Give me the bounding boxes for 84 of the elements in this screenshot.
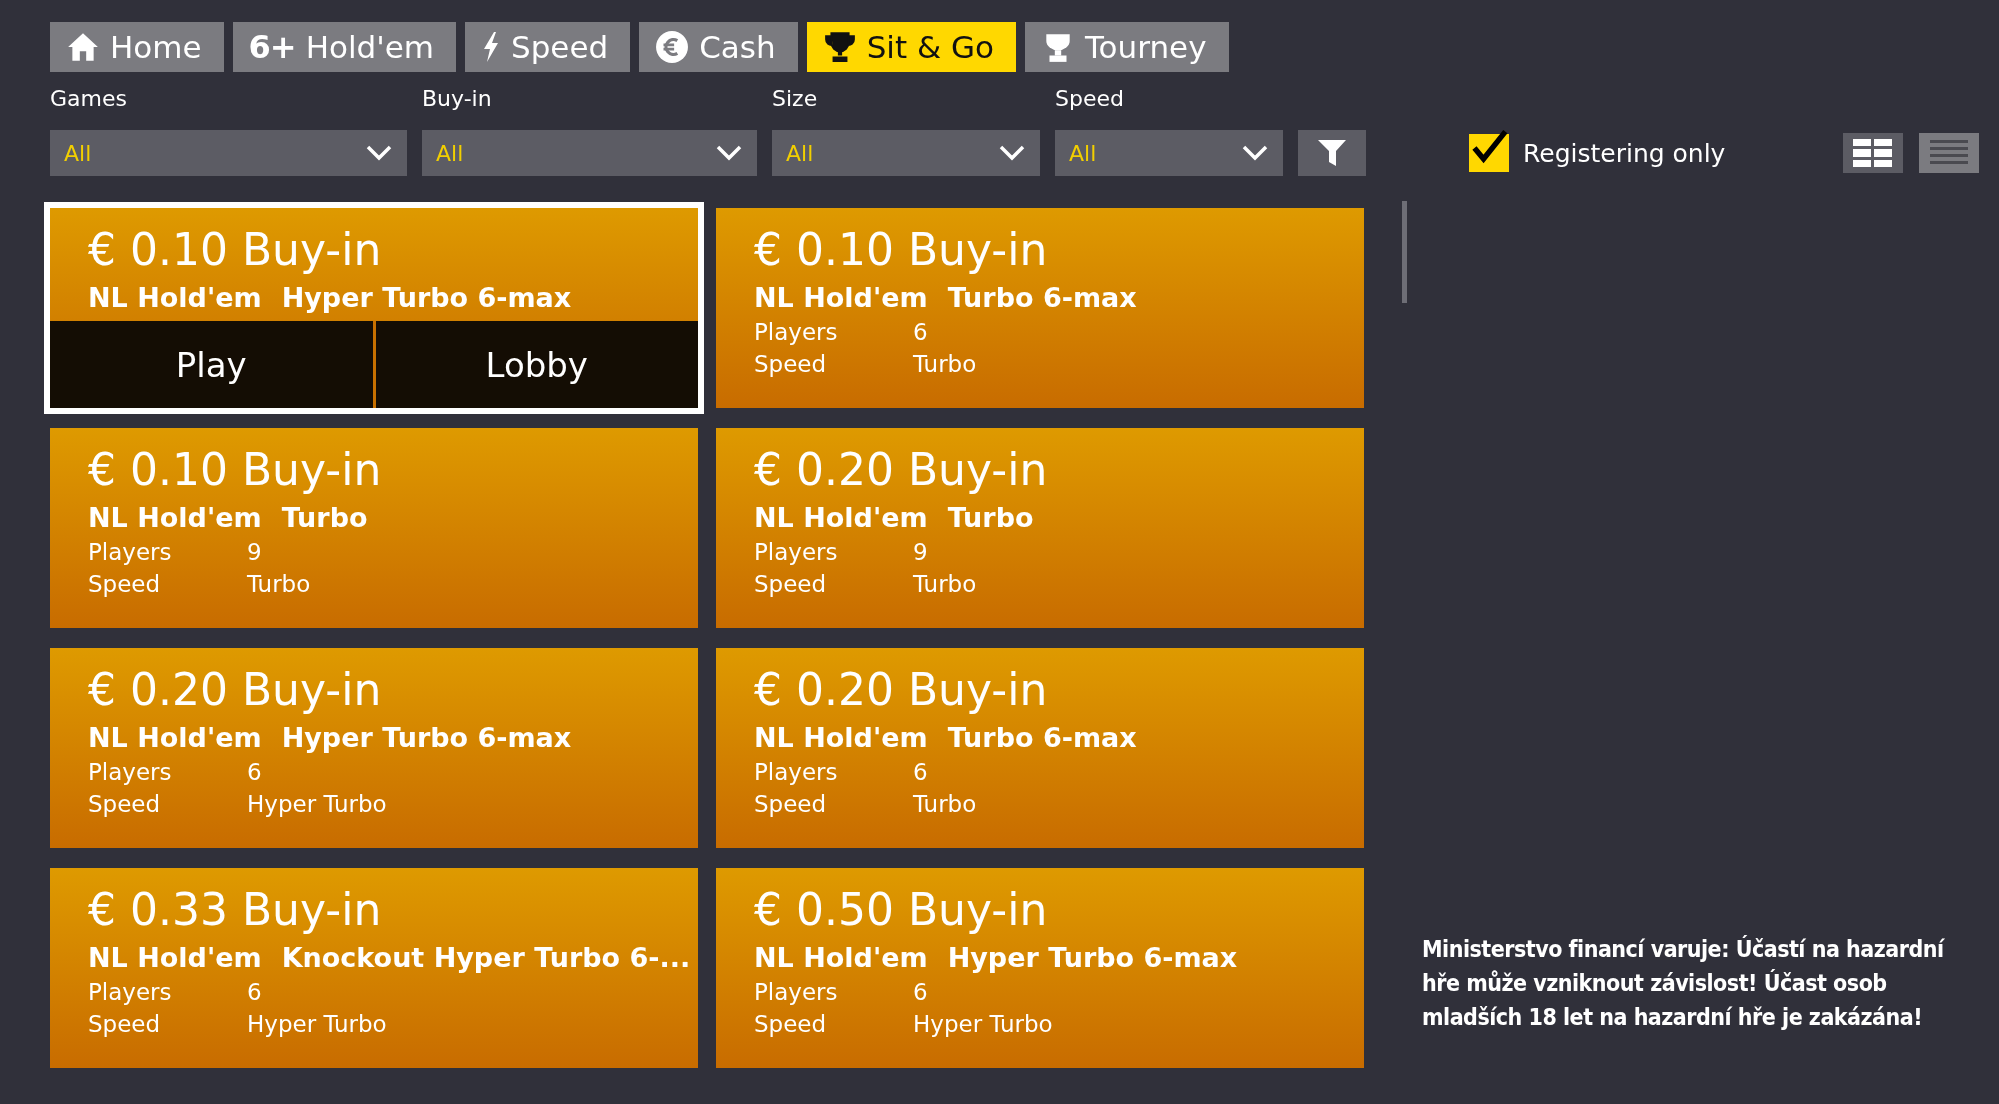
grid-icon (1853, 138, 1894, 168)
filter-label: Buy-in (422, 86, 493, 113)
players-label: Players (88, 759, 173, 785)
tab[interactable]: Tourney (1024, 22, 1229, 72)
speed-value: Hyper Turbo (247, 791, 387, 817)
game-type: Turbo (281, 502, 368, 533)
speed-value: Turbo (913, 791, 977, 817)
dropdown[interactable]: All (422, 130, 757, 176)
game-name: NL Hold'em (754, 502, 928, 533)
play-button[interactable]: Play (50, 321, 373, 408)
dropdown[interactable]: All (50, 130, 407, 176)
players-value: 6 (247, 979, 262, 1005)
buy-in-title: € 0.20 Buy-in (754, 443, 1049, 497)
filter-label: Speed (1055, 86, 1125, 113)
speed-label: Speed (754, 351, 828, 377)
speed-value: Turbo (913, 571, 977, 597)
buy-in-title: € 0.33 Buy-in (88, 883, 383, 937)
game-type: Hyper Turbo 6-max (947, 942, 1238, 973)
filter-label: Games (50, 86, 128, 113)
buy-in-title: € 0.10 Buy-in (88, 443, 383, 497)
game-type: Hyper Turbo 6-max (281, 282, 572, 313)
lightning-icon (481, 31, 501, 63)
speed-label: Speed (754, 1011, 828, 1037)
players-value: 6 (247, 759, 262, 785)
game-name: NL Hold'em (88, 722, 262, 753)
filter-icon (1317, 138, 1347, 168)
players-value: 9 (247, 539, 262, 565)
game-type: Knockout Hyper Turbo 6-... (281, 942, 691, 973)
tab[interactable]: Speed (465, 22, 631, 72)
checkbox-label: Registering only (1523, 138, 1726, 168)
players-value: 9 (913, 539, 928, 565)
speed-label: Speed (754, 571, 828, 597)
grid-view-button[interactable] (1843, 133, 1904, 173)
chevron-down-icon (1241, 144, 1269, 162)
speed-label: Speed (88, 1011, 162, 1037)
tab[interactable]: Sit & Go (806, 22, 1016, 72)
game-name: NL Hold'em (88, 502, 262, 533)
tab[interactable]: Cash (639, 22, 798, 72)
game-name: NL Hold'em (754, 722, 928, 753)
game-name: NL Hold'em (754, 942, 928, 973)
buy-in-title: € 0.20 Buy-in (88, 663, 383, 717)
speed-label: Speed (754, 791, 828, 817)
chevron-down-icon (998, 144, 1026, 162)
speed-label: Speed (88, 791, 162, 817)
players-label: Players (88, 979, 173, 1005)
speed-value: Hyper Turbo (913, 1011, 1053, 1037)
game-type: Turbo 6-max (947, 722, 1137, 753)
gambling-warning: Ministerstvo financí varuje: Účastí na hazardní hře může vzniknout závislost! Účast osob mladších 18 let na hazardní hře je zakázána! (1422, 934, 1946, 1032)
players-label: Players (754, 319, 839, 345)
trophy-icon (822, 30, 857, 64)
game-name: NL Hold'em (754, 282, 928, 313)
lobby-button[interactable]: Lobby (375, 321, 698, 408)
buy-in-title: € 0.50 Buy-in (754, 883, 1049, 937)
scrollbar[interactable] (1402, 201, 1407, 303)
game-type: Turbo 6-max (947, 282, 1137, 313)
players-value: 6 (913, 319, 928, 345)
game-name: NL Hold'em (88, 282, 262, 313)
players-value: 6 (913, 759, 928, 785)
speed-value: Hyper Turbo (247, 1011, 387, 1037)
buy-in-title: € 0.10 Buy-in (754, 223, 1049, 277)
speed-label: Speed (88, 571, 162, 597)
game-type: Turbo (947, 502, 1034, 533)
dropdown[interactable]: All (772, 130, 1040, 176)
tournament-card[interactable]: € 0.10 Buy-in NL Hold'em Hyper Turbo 6-max Play Lobby (44, 202, 704, 414)
players-label: Players (88, 539, 173, 565)
filter-label: Size (772, 86, 819, 113)
game-type: Hyper Turbo 6-max (281, 722, 572, 753)
speed-value: Turbo (913, 351, 977, 377)
dropdown[interactable]: All (1055, 130, 1283, 176)
buy-in-title: € 0.10 Buy-in (88, 223, 383, 277)
tab[interactable]: 6+ Hold'em (232, 22, 456, 72)
chevron-down-icon (715, 144, 743, 162)
badge-icon: 6+ (248, 28, 296, 66)
euro-coin-icon (655, 30, 690, 64)
chevron-down-icon (365, 144, 393, 162)
players-value: 6 (913, 979, 928, 1005)
players-label: Players (754, 539, 839, 565)
players-label: Players (754, 979, 839, 1005)
game-name: NL Hold'em (88, 942, 262, 973)
speed-value: Turbo (247, 571, 311, 597)
filter-button[interactable] (1298, 130, 1366, 176)
buy-in-title: € 0.20 Buy-in (754, 663, 1049, 717)
tab[interactable]: Home (50, 22, 224, 72)
players-label: Players (754, 759, 839, 785)
